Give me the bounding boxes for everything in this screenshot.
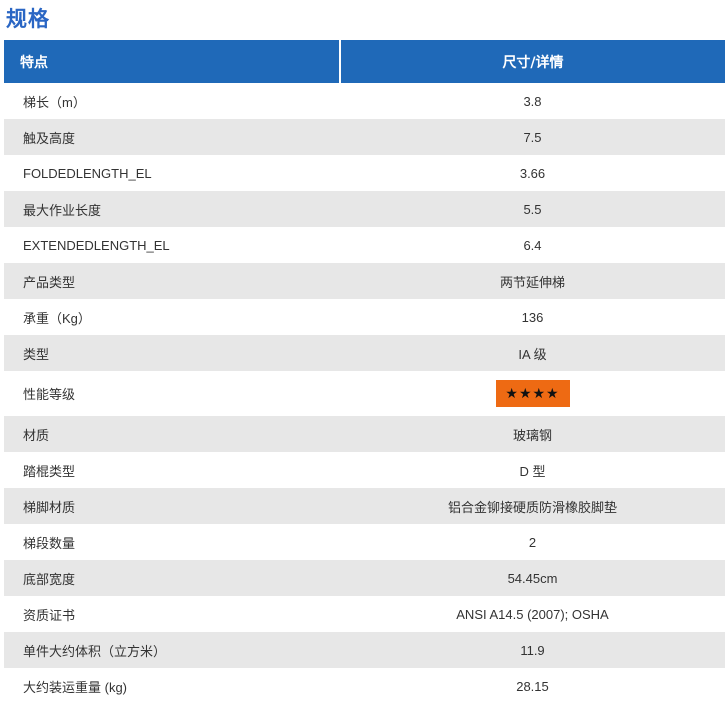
row-value: 28.15	[516, 678, 549, 694]
row-value: 铝合金铆接硬质防滑橡胶脚垫	[340, 488, 725, 524]
row-value: 5.5	[340, 191, 725, 227]
row-value: 玻璃钢	[340, 416, 725, 452]
row-value: 7.5	[340, 119, 725, 155]
row-label: 触及高度	[4, 119, 340, 155]
row-value: 136	[521, 309, 544, 325]
row-label: 最大作业长度	[4, 191, 340, 227]
row-label: 梯段数量	[23, 535, 76, 551]
table-row: 单件大约体积（立方米） 11.9	[4, 632, 725, 668]
table-row: 资质证书 ANSI A14.5 (2007); OSHA	[4, 596, 725, 632]
row-value: 2	[528, 534, 537, 550]
row-value: 两节延伸梯	[340, 263, 725, 299]
row-value: 11.9	[340, 632, 725, 668]
row-value: 3.8	[523, 93, 542, 109]
row-label: FOLDEDLENGTH_EL	[23, 165, 152, 181]
row-label: 单件大约体积（立方米）	[4, 632, 340, 668]
row-label: 承重（Kg）	[23, 310, 91, 326]
row-label: 梯长（m）	[23, 94, 86, 110]
row-label: 性能等级	[23, 387, 76, 402]
column-header-feature: 特点	[4, 40, 341, 83]
row-value: 54.45cm	[340, 560, 725, 596]
row-value: D 型	[519, 463, 546, 479]
table-row: 产品类型 两节延伸梯	[4, 263, 725, 299]
page-title: 规格	[6, 7, 50, 31]
table-row: 材质 玻璃钢	[4, 416, 725, 452]
table-row: 大约装运重量 (kg) 28.15	[4, 668, 725, 704]
table-row: 性能等级 ★★★★	[4, 371, 725, 416]
table-row: 最大作业长度 5.5	[4, 191, 725, 227]
spec-table: 特点 尺寸/详情 梯长（m） 3.8 触及高度 7.5 FOLDEDLENGTH…	[4, 40, 725, 704]
table-row: 梯脚材质 铝合金铆接硬质防滑橡胶脚垫	[4, 488, 725, 524]
star-rating-badge: ★★★★	[495, 380, 570, 407]
table-row: 承重（Kg） 136	[4, 299, 725, 335]
table-row: 梯长（m） 3.8	[4, 83, 725, 119]
row-label: 材质	[4, 416, 340, 452]
row-value: ANSI A14.5 (2007); OSHA	[456, 606, 609, 622]
table-row: 类型 IA 级	[4, 335, 725, 371]
table-row: 梯段数量 2	[4, 524, 725, 560]
table-row: 触及高度 7.5	[4, 119, 725, 155]
table-row: EXTENDEDLENGTH_EL 6.4	[4, 227, 725, 263]
table-header-row: 特点 尺寸/详情	[4, 40, 725, 83]
row-value: 3.66	[519, 165, 546, 181]
row-label: 资质证书	[23, 607, 76, 623]
row-label: 底部宽度	[4, 560, 340, 596]
row-label: 产品类型	[4, 263, 340, 299]
row-label: EXTENDEDLENGTH_EL	[23, 237, 170, 253]
row-label: 类型	[4, 335, 340, 371]
row-label: 踏棍类型	[23, 463, 76, 479]
table-row: 底部宽度 54.45cm	[4, 560, 725, 596]
table-row: 踏棍类型 D 型	[4, 452, 725, 488]
row-label: 梯脚材质	[4, 488, 340, 524]
column-header-details: 尺寸/详情	[340, 40, 725, 83]
row-label: 大约装运重量 (kg)	[23, 679, 128, 695]
row-value: 6.4	[523, 237, 542, 253]
row-value: IA 级	[340, 335, 725, 371]
table-row: FOLDEDLENGTH_EL 3.66	[4, 155, 725, 191]
row-value: ★★★★	[340, 371, 725, 416]
